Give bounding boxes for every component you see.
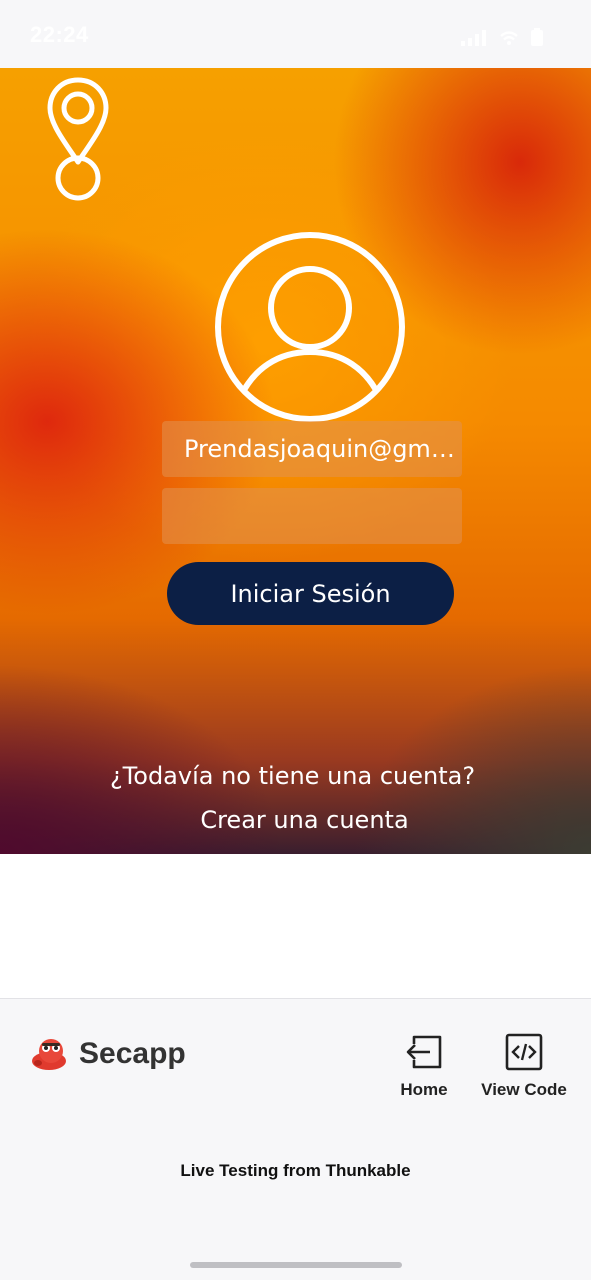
live-testing-text: Live Testing from Thunkable xyxy=(180,1161,411,1180)
code-icon xyxy=(504,1033,544,1076)
app-logo-icon xyxy=(29,1033,69,1073)
status-time: 22:24 xyxy=(30,22,89,47)
location-pin-icon xyxy=(44,74,112,204)
home-button[interactable]: Home xyxy=(398,1033,450,1100)
status-icons xyxy=(461,28,543,51)
password-field[interactable] xyxy=(162,488,462,544)
view-code-button[interactable]: View Code xyxy=(476,1033,572,1100)
status-bar: 22:24 xyxy=(0,0,591,68)
user-avatar-icon xyxy=(213,230,407,424)
email-field[interactable]: Prendasjoaquin@gmai... xyxy=(162,421,462,477)
home-label: Home xyxy=(400,1080,448,1099)
signal-icon xyxy=(461,30,487,51)
app-name: Secapp xyxy=(79,1037,186,1070)
no-account-text: ¿Todavía no tiene una cuenta? xyxy=(109,762,476,790)
view-code-label: View Code xyxy=(481,1080,567,1099)
thunkable-panel: Secapp Home View Code Live Testing from … xyxy=(0,998,591,1280)
home-indicator[interactable] xyxy=(190,1262,402,1268)
create-account-link[interactable]: Crear una cuenta xyxy=(0,806,591,834)
login-screen: Prendasjoaquin@gmai... Iniciar Sesión ¿T… xyxy=(0,68,591,854)
battery-icon xyxy=(531,28,543,51)
login-button[interactable]: Iniciar Sesión xyxy=(167,562,454,625)
exit-icon xyxy=(404,1033,444,1076)
wifi-icon xyxy=(499,30,519,51)
